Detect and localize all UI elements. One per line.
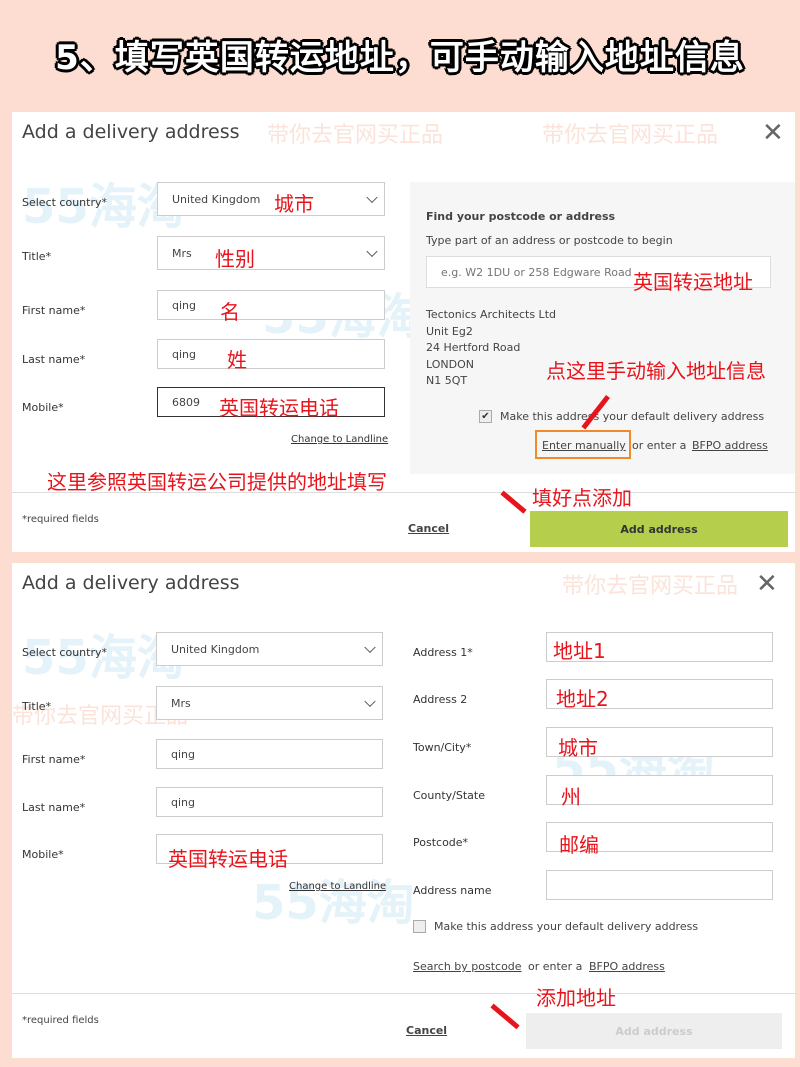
change-to-landline-link[interactable]: Change to Landline	[289, 881, 386, 892]
label-town: Town/City*	[413, 741, 472, 754]
change-to-landline-link[interactable]: Change to Landline	[291, 434, 388, 445]
label-last-name: Last name*	[22, 353, 86, 366]
address-line: LONDON	[426, 357, 474, 371]
address-line: Unit Eg2	[426, 324, 473, 338]
required-note: *required fields	[22, 514, 99, 525]
bfpo-link[interactable]: BFPO address	[692, 439, 768, 452]
arrow-icon	[500, 490, 527, 514]
annotation-last: 姓	[227, 348, 247, 372]
label-first-name: First name*	[22, 304, 86, 317]
title-value: Mrs	[171, 696, 191, 710]
label-mobile: Mobile*	[22, 848, 64, 861]
finder-hint: Type part of an address or postcode to b…	[426, 234, 673, 247]
annotation-note: 这里参照英国转运公司提供的地址填写	[47, 470, 387, 494]
annotation-first: 名	[220, 300, 240, 324]
label-mobile: Mobile*	[22, 401, 64, 414]
country-value: United Kingdom	[172, 192, 261, 206]
default-address-label: Make this address your default delivery …	[434, 920, 699, 933]
page-title: 5、填写英国转运地址，可手动输入地址信息	[55, 38, 745, 78]
close-icon[interactable]: ✕	[762, 118, 784, 148]
annotation-address: 英国转运地址	[633, 270, 753, 294]
close-icon[interactable]: ✕	[756, 569, 778, 599]
enter-manually-link[interactable]: Enter manually	[542, 439, 626, 452]
annotation-town: 城市	[558, 736, 598, 760]
address-line: N1 5QT	[426, 374, 468, 387]
cancel-button[interactable]: Cancel	[408, 522, 449, 535]
annotation-country: 城市	[274, 192, 314, 216]
dialog-heading: Add a delivery address	[22, 572, 240, 594]
first-name-input[interactable]: qing	[157, 290, 385, 320]
watermark-logo: 55海淘	[252, 875, 415, 931]
address-line: 24 Hertford Road	[426, 341, 521, 354]
label-address-name: Address name	[413, 884, 492, 897]
label-title: Title*	[22, 250, 52, 263]
title-select[interactable]: Mrs	[157, 236, 385, 270]
annotation-done: 填好点添加	[532, 486, 632, 510]
watermark-slogan: 带你去官网买正品	[542, 123, 719, 148]
annotation-manual: 点这里手动输入地址信息	[546, 359, 766, 383]
found-address: Tectonics Architects Ltd Unit Eg2 24 Her…	[426, 307, 556, 390]
title-value: Mrs	[172, 246, 192, 260]
or-enter-text: or enter a	[528, 960, 583, 973]
finder-heading: Find your postcode or address	[426, 210, 616, 223]
address-form-manual: 55海淘 55海淘 55海淘 带你去官网买正品 带你去官网买正品 Add a d…	[12, 563, 795, 1058]
chevron-down-icon	[364, 695, 376, 708]
default-address-checkbox[interactable]	[413, 920, 426, 933]
country-select[interactable]: United Kingdom	[156, 632, 383, 666]
annotation-done: 添加地址	[536, 986, 616, 1010]
address-line: Tectonics Architects Ltd	[426, 308, 556, 321]
label-postcode: Postcode*	[413, 836, 469, 849]
title-select[interactable]: Mrs	[156, 686, 383, 720]
add-address-button[interactable]: Add address	[530, 511, 788, 547]
label-county: County/State	[413, 789, 485, 802]
annotation-postcode: 邮编	[559, 833, 599, 857]
country-value: United Kingdom	[171, 642, 260, 656]
annotation-county: 州	[561, 785, 581, 809]
label-first-name: First name*	[22, 753, 86, 766]
default-address-label: Make this address your default delivery …	[500, 410, 765, 423]
label-country: Select country*	[22, 196, 107, 209]
address-form-postcode-lookup: 55海淘 55海淘 55海淘 带你去官网买正品 带你去官网买正品 Add a d…	[12, 112, 795, 552]
footer-divider	[12, 993, 795, 994]
default-address-checkbox[interactable]: ✔	[479, 410, 492, 423]
annotation-mobile: 英国转运电话	[168, 847, 288, 871]
chevron-down-icon	[366, 245, 378, 258]
address-name-input[interactable]	[546, 870, 773, 900]
annotation-title: 性别	[215, 247, 255, 271]
annotation-mobile: 英国转运电话	[219, 396, 339, 420]
chevron-down-icon	[366, 191, 378, 204]
watermark-slogan: 带你去官网买正品	[267, 123, 444, 148]
or-enter-text: or enter a	[632, 439, 687, 452]
label-address2: Address 2	[413, 693, 468, 706]
last-name-input[interactable]: qing	[156, 787, 383, 817]
watermark-slogan: 带你去官网买正品	[562, 574, 739, 599]
required-note: *required fields	[22, 1015, 99, 1026]
chevron-down-icon	[364, 641, 376, 654]
search-by-postcode-link[interactable]: Search by postcode	[413, 960, 522, 973]
label-title: Title*	[22, 700, 52, 713]
bfpo-link[interactable]: BFPO address	[589, 960, 665, 973]
last-name-input[interactable]: qing	[157, 339, 385, 369]
label-country: Select country*	[22, 646, 107, 659]
annotation-address2: 地址2	[556, 687, 609, 711]
dialog-heading: Add a delivery address	[22, 121, 240, 143]
label-last-name: Last name*	[22, 801, 86, 814]
first-name-input[interactable]: qing	[156, 739, 383, 769]
cancel-button[interactable]: Cancel	[406, 1024, 447, 1037]
arrow-icon	[490, 1003, 520, 1030]
country-select[interactable]: United Kingdom	[157, 182, 385, 216]
label-address1: Address 1*	[413, 646, 473, 659]
annotation-address1: 地址1	[553, 639, 606, 663]
add-address-button[interactable]: Add address	[526, 1013, 782, 1049]
